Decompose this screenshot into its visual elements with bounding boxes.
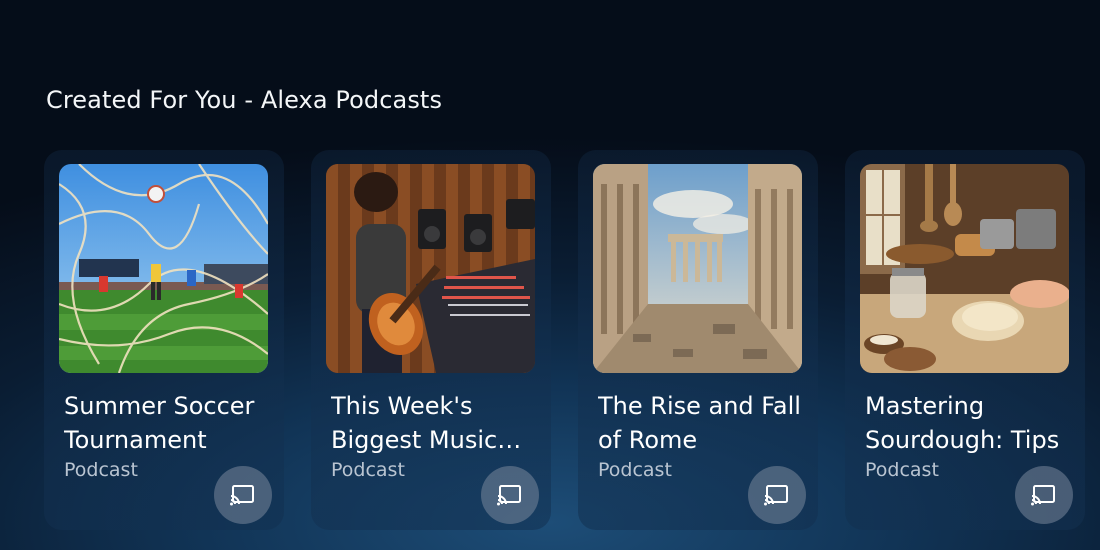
cast-button[interactable]: [1015, 466, 1073, 524]
cast-icon: [230, 485, 254, 506]
podcast-title: Summer Soccer Tournament: [64, 392, 255, 454]
podcast-type-label: Podcast: [598, 459, 672, 481]
podcast-cover-image: [59, 164, 268, 373]
podcast-title: This Week's Biggest Music News: [331, 392, 498, 454]
cast-icon: [497, 485, 521, 506]
podcast-cover-image: [326, 164, 535, 373]
podcast-cover-image: [860, 164, 1069, 373]
cast-icon: [764, 485, 788, 506]
podcast-type-label: Podcast: [64, 459, 138, 481]
cast-button[interactable]: [214, 466, 272, 524]
podcast-card-sourdough[interactable]: Mastering Sourdough: Tips Podcast: [845, 150, 1085, 530]
podcast-card-soccer[interactable]: Summer Soccer Tournament Podcast: [44, 150, 284, 530]
cast-button[interactable]: [481, 466, 539, 524]
podcast-carousel: Summer Soccer Tournament Podcast This We…: [44, 150, 1100, 535]
podcast-cover-image: [593, 164, 802, 373]
podcast-title: The Rise and Fall of Rome: [598, 392, 801, 454]
section-title: Created For You - Alexa Podcasts: [46, 86, 443, 114]
cast-icon: [1031, 485, 1055, 506]
podcast-title: Mastering Sourdough: Tips: [865, 392, 1060, 454]
podcast-card-music[interactable]: This Week's Biggest Music News Podcast: [311, 150, 551, 530]
podcast-card-rome[interactable]: The Rise and Fall of Rome Podcast: [578, 150, 818, 530]
podcast-type-label: Podcast: [331, 459, 405, 481]
cast-button[interactable]: [748, 466, 806, 524]
podcast-type-label: Podcast: [865, 459, 939, 481]
